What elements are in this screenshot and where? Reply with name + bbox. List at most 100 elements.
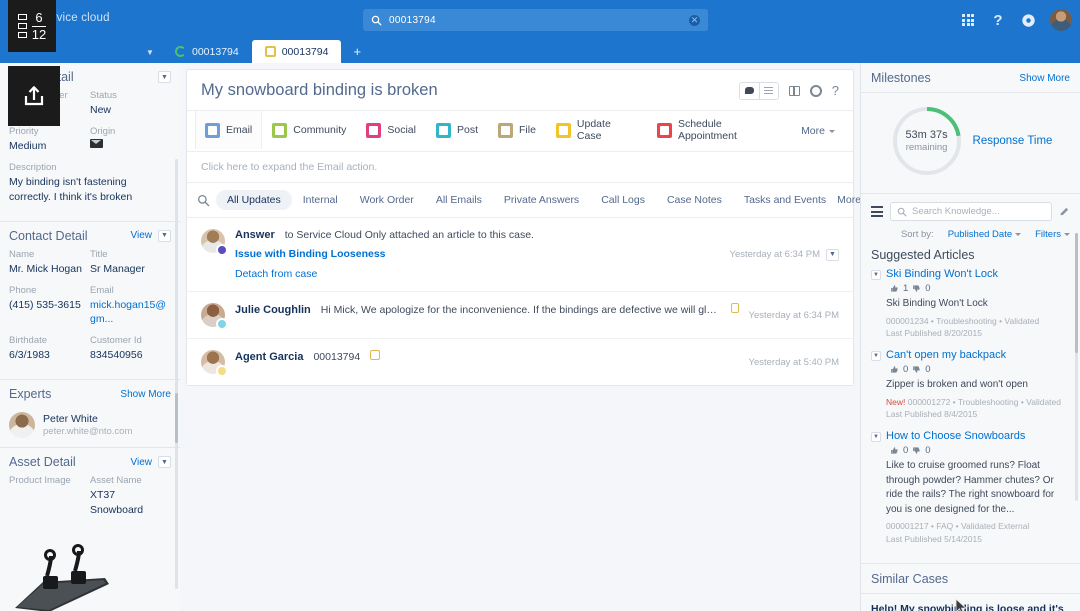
milestones-show-more-link[interactable]: Show More bbox=[1019, 73, 1070, 84]
feed-filter-private-answers[interactable]: Private Answers bbox=[493, 190, 590, 210]
article-title-link[interactable]: How to Choose Snowboards bbox=[886, 430, 1025, 442]
feed-filter-tasks-and-events[interactable]: Tasks and Events bbox=[733, 190, 837, 210]
feed-filter-work-order[interactable]: Work Order bbox=[349, 190, 425, 210]
knowledge-search-placeholder: Search Knowledge... bbox=[912, 206, 1000, 217]
update-case-icon bbox=[555, 122, 571, 138]
contact-detail-title: Contact Detail bbox=[9, 228, 88, 243]
experts-show-more-link[interactable]: Show More bbox=[120, 389, 171, 400]
article-expand-icon[interactable]: ▼ bbox=[871, 270, 881, 280]
action-update-case[interactable]: Update Case bbox=[546, 111, 647, 151]
thumbs-up-icon[interactable] bbox=[890, 284, 899, 293]
left-sidebar: Case Detail ▼ Case Number 00013794 Statu… bbox=[0, 63, 180, 611]
email-action-expand-row[interactable]: Click here to expand the Email action. bbox=[187, 151, 853, 182]
console-tab-2[interactable]: 00013794 bbox=[251, 40, 342, 63]
action-email[interactable]: Email bbox=[195, 111, 263, 151]
article-expand-icon[interactable]: ▼ bbox=[871, 351, 881, 361]
actions-more-button[interactable]: More bbox=[791, 111, 845, 151]
layout-icon[interactable] bbox=[788, 85, 800, 96]
asset-detail-fields: Product Image Asset Name XT37 Snowboard bbox=[0, 475, 180, 533]
field-description: Description My binding isn't fastening c… bbox=[9, 162, 171, 203]
action-file[interactable]: File bbox=[488, 111, 546, 151]
asset-detail-header: Asset Detail View ▼ bbox=[0, 448, 180, 475]
clear-search-icon[interactable]: ✕ bbox=[689, 14, 700, 26]
field-value[interactable]: mick.hogan15@gm... bbox=[90, 298, 171, 326]
console-tab-1[interactable]: 00013794 bbox=[162, 40, 252, 63]
sort-by-label: Sort by: bbox=[900, 229, 934, 240]
post-icon bbox=[435, 122, 451, 138]
pencil-icon[interactable] bbox=[1059, 206, 1070, 217]
feed-filter-case-notes[interactable]: Case Notes bbox=[656, 190, 733, 210]
mouse-cursor bbox=[955, 598, 968, 611]
app-launcher-icon[interactable] bbox=[960, 12, 976, 28]
settings-gear-icon[interactable] bbox=[809, 84, 822, 97]
thumbs-up-icon[interactable] bbox=[890, 365, 899, 374]
field-value: 6/3/1983 bbox=[9, 349, 50, 362]
article-title-link[interactable]: Can't open my backpack bbox=[886, 349, 1006, 361]
thumbs-down-icon[interactable] bbox=[912, 446, 921, 455]
expert-list-item[interactable]: Peter White peter.white@nto.com bbox=[0, 407, 180, 447]
feed-filter-internal[interactable]: Internal bbox=[292, 190, 349, 210]
tab-list-chevron-icon[interactable]: ▼ bbox=[138, 48, 162, 57]
thumbs-down-icon[interactable] bbox=[912, 284, 921, 293]
field-label: Priority bbox=[9, 126, 39, 138]
case-card: My snowboard binding is broken ? Email C… bbox=[186, 69, 860, 386]
community-icon bbox=[272, 122, 288, 138]
article-expand-icon[interactable]: ▼ bbox=[871, 432, 881, 442]
milestone-remaining-label: remaining bbox=[905, 142, 948, 153]
asset-detail-collapse-icon[interactable]: ▼ bbox=[158, 456, 171, 469]
feed-filter-all-updates[interactable]: All Updates bbox=[216, 190, 292, 210]
asset-view-link[interactable]: View bbox=[131, 457, 153, 468]
left-scrollbar-track[interactable] bbox=[175, 159, 178, 589]
gear-icon[interactable] bbox=[1020, 12, 1036, 28]
article-item: ▼ How to Choose Snowboards 0 0 Like to c… bbox=[871, 430, 1070, 546]
field-label: Status bbox=[90, 90, 117, 101]
help-icon[interactable]: ? bbox=[990, 12, 1006, 29]
list-view-icon[interactable] bbox=[758, 82, 778, 99]
feed-item-menu-icon[interactable]: ▼ bbox=[826, 248, 839, 261]
contact-view-link[interactable]: View bbox=[131, 230, 153, 241]
field-contact-name: Name Mr. Mick Hogan bbox=[9, 249, 90, 276]
search-icon[interactable] bbox=[197, 194, 210, 207]
menu-icon[interactable] bbox=[871, 206, 883, 217]
recorder-share-button[interactable] bbox=[8, 66, 60, 126]
case-detail-collapse-icon[interactable]: ▼ bbox=[158, 71, 171, 83]
detach-from-case-link[interactable]: Detach from case bbox=[235, 268, 720, 280]
global-search-input[interactable]: 00013794 ✕ bbox=[363, 9, 708, 31]
new-tab-icon[interactable]: + bbox=[353, 44, 361, 59]
feed-filter-call-logs[interactable]: Call Logs bbox=[590, 190, 656, 210]
action-community[interactable]: Community bbox=[262, 111, 356, 151]
article-title-link[interactable]: Ski Binding Won't Lock bbox=[886, 268, 998, 280]
right-scrollbar-thumb[interactable] bbox=[1075, 233, 1078, 353]
panel-asset-detail: Asset Detail View ▼ Product Image Asset … bbox=[0, 448, 180, 611]
sort-by-value[interactable]: Published Date bbox=[948, 229, 1022, 240]
field-priority: Priority Medium bbox=[9, 126, 90, 153]
user-avatar[interactable] bbox=[1050, 9, 1072, 31]
feed-filter-all-emails[interactable]: All Emails bbox=[425, 190, 493, 210]
similar-case-item[interactable]: Help! My snowbinding is loose and it's n… bbox=[871, 602, 1070, 611]
action-label: Schedule Appointment bbox=[677, 118, 737, 142]
thumbs-down-icon[interactable] bbox=[912, 365, 921, 374]
action-label: Community bbox=[293, 124, 347, 136]
avatar bbox=[201, 229, 228, 256]
chevron-down-icon bbox=[829, 129, 835, 133]
case-badge-icon bbox=[216, 365, 228, 377]
action-schedule-appointment[interactable]: Schedule Appointment bbox=[647, 111, 791, 151]
contact-detail-collapse-icon[interactable]: ▼ bbox=[158, 229, 171, 242]
feed-article-link[interactable]: Issue with Binding Looseness bbox=[235, 248, 720, 260]
help-icon[interactable]: ? bbox=[832, 83, 839, 98]
filters-button[interactable]: Filters bbox=[1035, 229, 1070, 240]
feed-timestamp-group: Yesterday at 6:34 PM ▼ bbox=[730, 229, 839, 280]
action-label: File bbox=[519, 124, 536, 136]
chat-view-icon[interactable] bbox=[739, 82, 759, 99]
knowledge-search-input[interactable]: Search Knowledge... bbox=[890, 202, 1052, 221]
action-post[interactable]: Post bbox=[426, 111, 488, 151]
asset-detail-title: Asset Detail bbox=[9, 455, 76, 470]
left-scrollbar-thumb[interactable] bbox=[175, 393, 178, 443]
action-social[interactable]: Social bbox=[356, 111, 426, 151]
field-product-image-label: Product Image bbox=[9, 475, 90, 516]
thumbs-up-icon[interactable] bbox=[890, 446, 899, 455]
refresh-icon bbox=[175, 46, 186, 57]
feed-filter-more-button[interactable]: More bbox=[837, 194, 860, 206]
feed-view-toggle[interactable] bbox=[738, 81, 779, 100]
article-published: Last Published 8/20/2015 bbox=[886, 328, 982, 339]
